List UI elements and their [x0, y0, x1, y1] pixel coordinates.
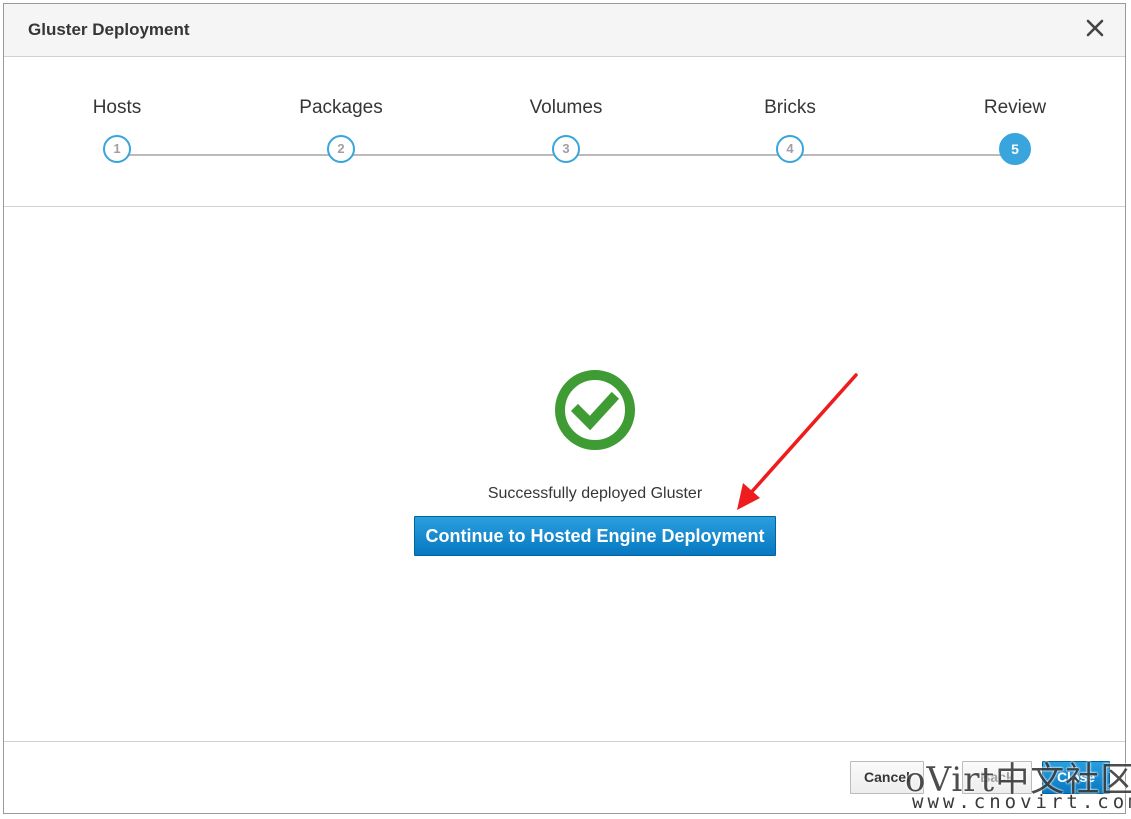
- dialog-header: Gluster Deployment: [4, 4, 1125, 57]
- step-label: Volumes: [529, 97, 603, 118]
- wizard-step-bricks[interactable]: Bricks 4: [710, 95, 870, 163]
- wizard-step-hosts[interactable]: Hosts 1: [37, 95, 197, 163]
- dialog-title: Gluster Deployment: [28, 20, 190, 39]
- step-number: 4: [776, 135, 804, 163]
- continue-to-hosted-engine-button[interactable]: Continue to Hosted Engine Deployment: [414, 516, 776, 556]
- step-number: 3: [552, 135, 580, 163]
- watermark-url: www.cnovirt.com: [912, 791, 1131, 813]
- step-label: Packages: [299, 97, 383, 118]
- step-number: 2: [327, 135, 355, 163]
- step-number: 1: [103, 135, 131, 163]
- gluster-deployment-dialog: Gluster Deployment Hosts 1 Packages 2 Vo…: [3, 3, 1126, 814]
- step-label: Bricks: [764, 97, 816, 118]
- step-label: Review: [983, 97, 1047, 118]
- wizard-step-review[interactable]: Review 5: [935, 95, 1095, 165]
- step-label: Hosts: [92, 97, 142, 118]
- wizard-steps: Hosts 1 Packages 2 Volumes 3 Bricks 4 Re…: [4, 57, 1125, 207]
- check-circle-icon: [554, 369, 636, 451]
- step-number-active: 5: [999, 133, 1031, 165]
- close-icon[interactable]: [1083, 16, 1107, 40]
- success-message: Successfully deployed Gluster: [487, 485, 703, 502]
- deployment-result: Successfully deployed Gluster Continue t…: [4, 207, 1125, 741]
- wizard-step-packages[interactable]: Packages 2: [261, 95, 421, 163]
- wizard-step-volumes[interactable]: Volumes 3: [486, 95, 646, 163]
